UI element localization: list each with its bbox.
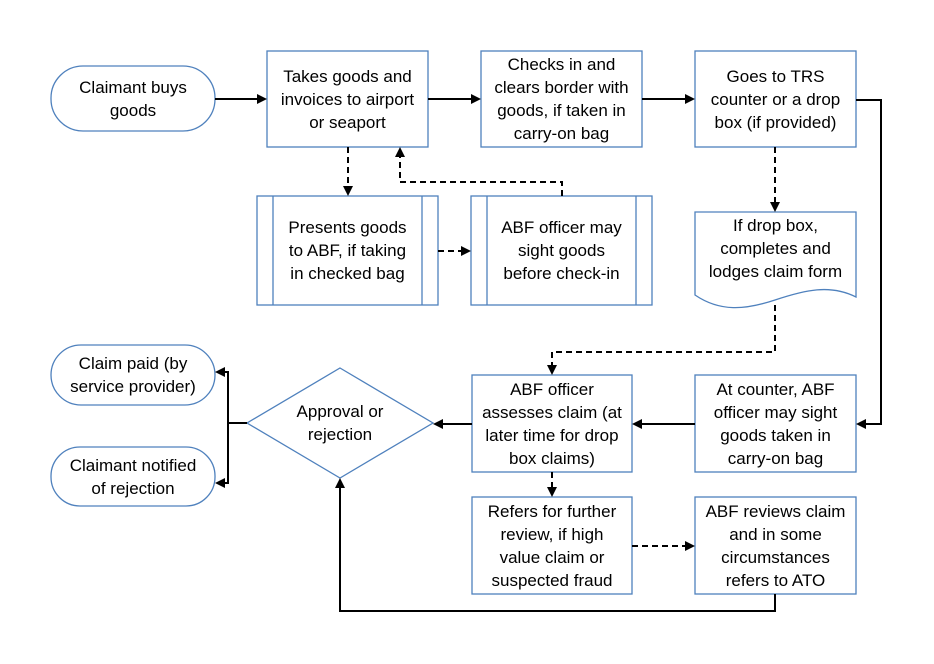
edge-dropbox-to-assess (547, 305, 776, 375)
label-at-counter: At counter, ABF officer may sight goods … (713, 379, 838, 468)
label-abf-sight-before: ABF officer may sight goods before check… (501, 218, 622, 283)
label-goes-to-trs: Goes to TRS counter or a drop box (if pr… (710, 66, 841, 132)
label-takes-goods: Takes goods and invoices to airport or s… (280, 66, 415, 132)
label-claimant-notified: Claimant notified of rejection (69, 455, 197, 498)
label-drop-box-form: If drop box, completes and lodges claim … (708, 215, 843, 281)
label-claim-paid: Claim paid (by service provider) (70, 354, 196, 396)
edge-approval-to-notified (215, 423, 229, 488)
edge-approval-to-paid (215, 367, 229, 423)
label-refers-review: Refers for further review, if high value… (487, 501, 617, 590)
label-abf-reviews: ABF reviews claim and in some circumstan… (705, 501, 846, 590)
edge-sight-to-takes (395, 147, 563, 196)
label-approval-rejection: Approval or rejection (296, 402, 384, 444)
label-claimant-buys: Claimant buys goods (79, 77, 187, 120)
label-checks-in: Checks in and clears border with goods, … (494, 55, 629, 143)
label-presents-goods: Presents goods to ABF, if taking in chec… (288, 218, 407, 283)
label-abf-assesses: ABF officer assesses claim (at later tim… (482, 379, 622, 468)
edge-trs-to-counter (856, 99, 882, 429)
